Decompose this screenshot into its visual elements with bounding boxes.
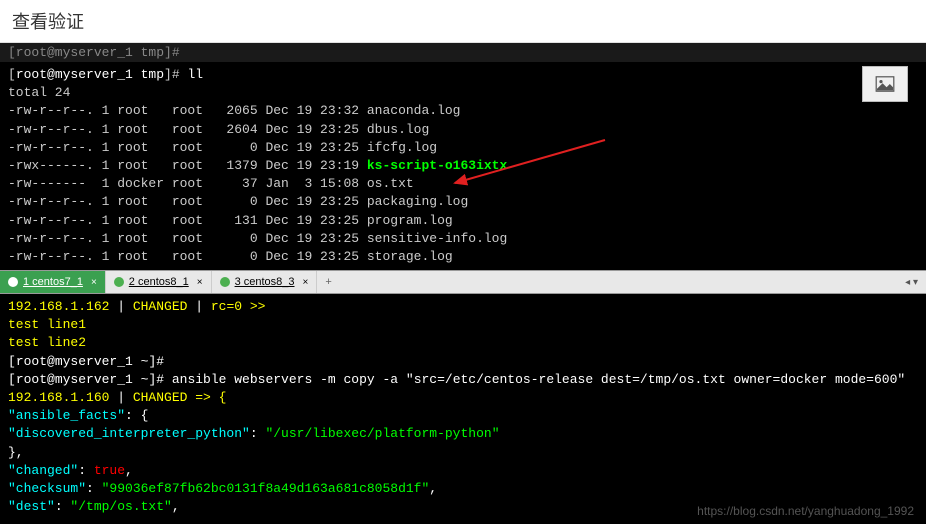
ls-row: -rwx------. 1 root root 1379 Dec 19 23:1…: [8, 157, 918, 175]
terminal-bottom[interactable]: 192.168.1.162 | CHANGED | rc=0 >> test l…: [0, 294, 926, 524]
title-text: 查看验证: [12, 12, 84, 32]
page-title: 查看验证: [0, 0, 926, 43]
json-bool: true: [94, 463, 125, 478]
sep: |: [109, 390, 132, 405]
tab-menu-button[interactable]: ◂ ▾: [897, 277, 926, 288]
output-host1: 192.168.1.162 | CHANGED | rc=0 >>: [8, 298, 918, 316]
user-host: root@myserver_1 tmp: [16, 67, 164, 82]
status-dot-icon: [220, 277, 230, 287]
ansible-command: ansible webservers -m copy -a: [172, 372, 406, 387]
status-changed: CHANGED: [133, 299, 188, 314]
bracket: ]#: [148, 354, 164, 369]
ls-row: -rw-r--r--. 1 root root 2604 Dec 19 23:2…: [8, 121, 918, 139]
return-code: rc=0: [211, 299, 242, 314]
json-ansible-facts: "ansible_facts": {: [8, 407, 918, 425]
json-key: "ansible_facts": [8, 408, 125, 423]
status-dot-icon: [114, 277, 124, 287]
status-changed: CHANGED: [133, 390, 188, 405]
command: ll: [187, 67, 203, 82]
user-host: root@myserver_1 ~: [16, 372, 149, 387]
colon: :: [78, 463, 94, 478]
json-val: "99036ef87fb62bc0131f8a49d163a681c8058d1…: [102, 481, 430, 496]
ls-row: -rw-r--r--. 1 root root 2065 Dec 19 23:3…: [8, 102, 918, 120]
tab-label: 3 centos8_3: [235, 276, 295, 288]
tab-close-icon[interactable]: ×: [91, 277, 97, 288]
tab-bar: 1 centos7_1 × 2 centos8_1 × 3 centos8_3 × + ◂…: [0, 270, 926, 294]
json-key: "discovered_interpreter_python": [8, 426, 250, 441]
brace-close: },: [8, 444, 918, 462]
sep: |: [109, 299, 132, 314]
colon: :: [250, 426, 266, 441]
bracket: ]#: [148, 372, 171, 387]
status-dot-icon: [8, 277, 18, 287]
json-key: "checksum": [8, 481, 86, 496]
colon: : {: [125, 408, 148, 423]
image-button[interactable]: [862, 66, 908, 102]
json-checksum: "checksum": "99036ef87fb62bc0131f8a49d16…: [8, 480, 918, 498]
colon: :: [86, 481, 102, 496]
json-val: "/tmp/os.txt": [70, 499, 171, 514]
total-line: total 24: [8, 84, 918, 102]
watermark: https://blog.csdn.net/yanghuadong_1992: [697, 504, 914, 518]
bracket-close: ]#: [164, 67, 187, 82]
host-ip: 192.168.1.162: [8, 299, 109, 314]
colon: :: [55, 499, 71, 514]
terminal-top[interactable]: [root@myserver_1 tmp]# ll total 24 -rw-r…: [0, 62, 926, 270]
host-ip: 192.168.1.160: [8, 390, 109, 405]
comma: ,: [429, 481, 437, 496]
json-changed: "changed": true,: [8, 462, 918, 480]
tab-close-icon[interactable]: ×: [303, 277, 309, 288]
ls-row: -rw-r--r--. 1 root root 0 Dec 19 23:25 i…: [8, 139, 918, 157]
arrow-brace: => {: [187, 390, 226, 405]
tab-item[interactable]: 3 centos8_3 ×: [212, 271, 318, 293]
output-host2: 192.168.1.160 | CHANGED => {: [8, 389, 918, 407]
json-inner: "discovered_interpreter_python": "/usr/l…: [8, 425, 918, 443]
comma: ,: [172, 499, 180, 514]
user-host: root@myserver_1 ~: [16, 354, 149, 369]
ls-output: -rw-r--r--. 1 root root 2065 Dec 19 23:3…: [8, 102, 918, 266]
bracket: [: [8, 372, 16, 387]
tab-add-button[interactable]: +: [317, 276, 339, 288]
tab-item[interactable]: 1 centos7_1 ×: [0, 271, 106, 293]
ls-row: -rw-r--r--. 1 root root 131 Dec 19 23:25…: [8, 212, 918, 230]
output-line: test line2: [8, 334, 918, 352]
json-val: "/usr/libexec/platform-python": [265, 426, 499, 441]
ls-row: -rw------- 1 docker root 37 Jan 3 15:08 …: [8, 175, 918, 193]
tab-item[interactable]: 2 centos8_1 ×: [106, 271, 212, 293]
bracket-open: [: [8, 67, 16, 82]
arrow: >>: [242, 299, 265, 314]
prompt-line: [root@myserver_1 tmp]# ll: [8, 66, 918, 84]
sep: |: [187, 299, 210, 314]
tab-label: 1 centos7_1: [23, 276, 83, 288]
blurred-prev-line: [root@myserver_1 tmp]#: [0, 43, 926, 62]
prompt-command-line: [root@myserver_1 ~]# ansible webservers …: [8, 371, 918, 389]
ls-row: -rw-r--r--. 1 root root 0 Dec 19 23:25 s…: [8, 248, 918, 266]
ansible-args: "src=/etc/centos-release dest=/tmp/os.tx…: [406, 372, 905, 387]
bracket: [: [8, 354, 16, 369]
ls-row: -rw-r--r--. 1 root root 0 Dec 19 23:25 p…: [8, 193, 918, 211]
output-line: test line1: [8, 316, 918, 334]
image-icon: [875, 76, 895, 92]
ls-row: -rw-r--r--. 1 root root 0 Dec 19 23:25 s…: [8, 230, 918, 248]
json-key: "changed": [8, 463, 78, 478]
tab-label: 2 centos8_1: [129, 276, 189, 288]
prompt-line: [root@myserver_1 ~]#: [8, 353, 918, 371]
comma: ,: [125, 463, 133, 478]
json-key: "dest": [8, 499, 55, 514]
tab-close-icon[interactable]: ×: [197, 277, 203, 288]
